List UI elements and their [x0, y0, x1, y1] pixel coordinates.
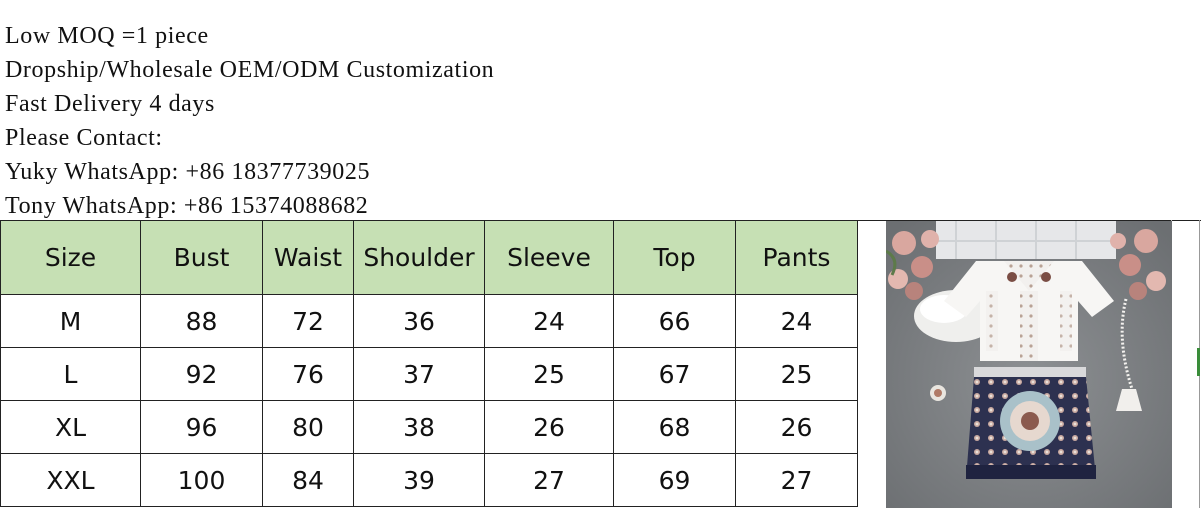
cell-bust: 100	[140, 453, 263, 507]
info-line-delivery: Fast Delivery 4 days	[5, 91, 215, 117]
info-line-moq: Low MOQ =1 piece	[5, 23, 209, 49]
cell-bust: 88	[140, 294, 263, 348]
table-row: M 88 72 36 24 66 24	[0, 294, 858, 348]
cell-size: XL	[0, 400, 141, 454]
cell-waist: 76	[262, 347, 354, 401]
table-row: XL 96 80 38 26 68 26	[0, 400, 858, 454]
size-chart-table: Size Bust Waist Shoulder Sleeve Top Pant…	[0, 220, 858, 507]
cell-sleeve: 24	[484, 294, 614, 348]
header-sleeve: Sleeve	[484, 220, 614, 295]
cell-waist: 84	[262, 453, 354, 507]
cell-shoulder: 39	[353, 453, 485, 507]
header-shoulder: Shoulder	[353, 220, 485, 295]
cell-bust: 92	[140, 347, 263, 401]
product-photo	[886, 221, 1172, 508]
cell-size: L	[0, 347, 141, 401]
cell-size: M	[0, 294, 141, 348]
product-photo-illustration	[886, 221, 1172, 508]
cell-sleeve: 25	[484, 347, 614, 401]
info-line-contact: Please Contact:	[5, 125, 163, 151]
info-line-tony-whatsapp: Tony WhatsApp: +86 15374088682	[5, 193, 369, 219]
header-pants: Pants	[735, 220, 858, 295]
cell-pants: 25	[735, 347, 858, 401]
table-row: XXL 100 84 39 27 69 27	[0, 453, 858, 507]
cell-selection-mark	[1197, 348, 1200, 376]
table-header-row: Size Bust Waist Shoulder Sleeve Top Pant…	[0, 220, 858, 295]
table-row: L 92 76 37 25 67 25	[0, 347, 858, 401]
header-size: Size	[0, 220, 141, 295]
cell-sleeve: 26	[484, 400, 614, 454]
cell-top: 68	[613, 400, 736, 454]
cell-shoulder: 37	[353, 347, 485, 401]
info-line-services: Dropship/Wholesale OEM/ODM Customization	[5, 57, 495, 83]
info-block: Low MOQ =1 piece Dropship/Wholesale OEM/…	[5, 19, 494, 223]
header-bust: Bust	[140, 220, 263, 295]
cell-pants: 27	[735, 453, 858, 507]
cell-pants: 24	[735, 294, 858, 348]
cell-waist: 72	[262, 294, 354, 348]
cell-shoulder: 38	[353, 400, 485, 454]
cell-waist: 80	[262, 400, 354, 454]
cell-shoulder: 36	[353, 294, 485, 348]
header-top: Top	[613, 220, 736, 295]
info-line-yuky-whatsapp: Yuky WhatsApp: +86 18377739025	[5, 159, 371, 185]
cell-pants: 26	[735, 400, 858, 454]
cell-bust: 96	[140, 400, 263, 454]
cell-top: 67	[613, 347, 736, 401]
cell-sleeve: 27	[484, 453, 614, 507]
cell-top: 66	[613, 294, 736, 348]
cell-top: 69	[613, 453, 736, 507]
header-waist: Waist	[262, 220, 354, 295]
cell-size: XXL	[0, 453, 141, 507]
